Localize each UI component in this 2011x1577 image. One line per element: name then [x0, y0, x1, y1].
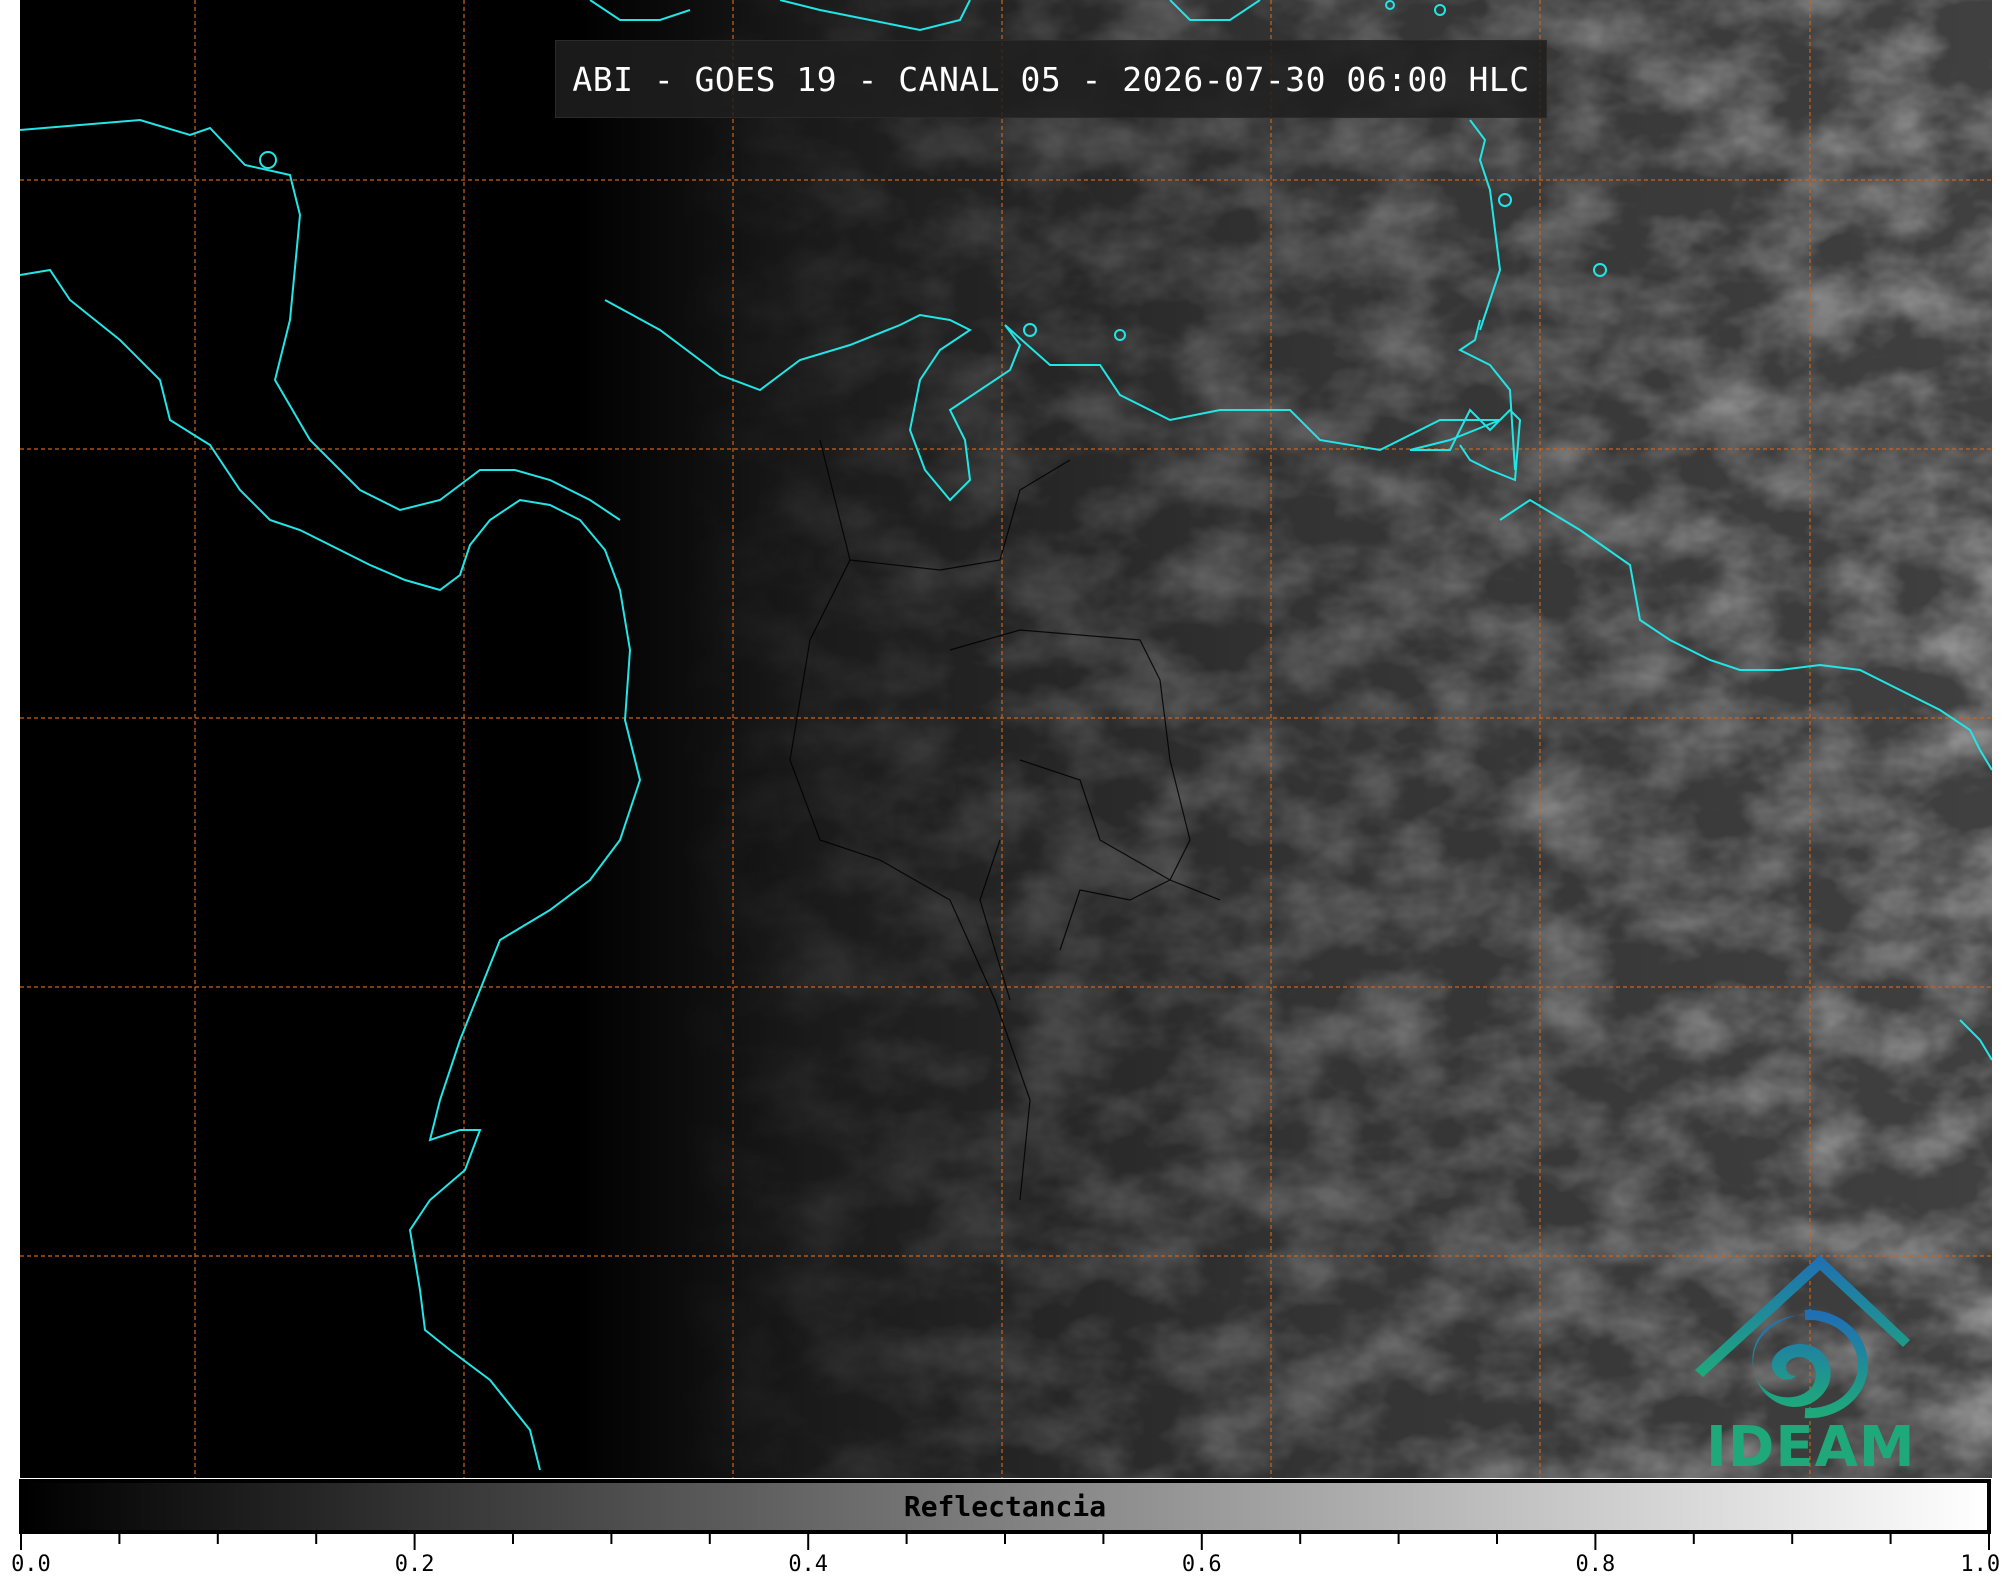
colorbar-tick-label: 0.4 — [788, 1552, 829, 1577]
colorbar-tick-label: 0.8 — [1575, 1552, 1616, 1577]
colorbar-tick-label: 0.0 — [11, 1552, 51, 1577]
colorbar-ticks — [20, 1534, 1990, 1550]
title-box: ABI - GOES 19 - CANAL 05 - 2026-07-30 06… — [555, 40, 1547, 118]
colorbar: Reflectancia — [19, 1479, 1991, 1534]
map-title: ABI - GOES 19 - CANAL 05 - 2026-07-30 06… — [572, 59, 1530, 99]
colorbar-label: Reflectancia — [903, 1490, 1107, 1523]
ideam-logo-text: IDEAM — [1706, 1415, 1916, 1478]
colorbar-tick-label: 1.0 — [1960, 1552, 2001, 1577]
satellite-map: ABI - GOES 19 - CANAL 05 - 2026-07-30 06… — [20, 0, 1992, 1478]
colorbar-tick-label: 0.6 — [1181, 1552, 1222, 1577]
colorbar-tick-label: 0.2 — [394, 1552, 435, 1577]
